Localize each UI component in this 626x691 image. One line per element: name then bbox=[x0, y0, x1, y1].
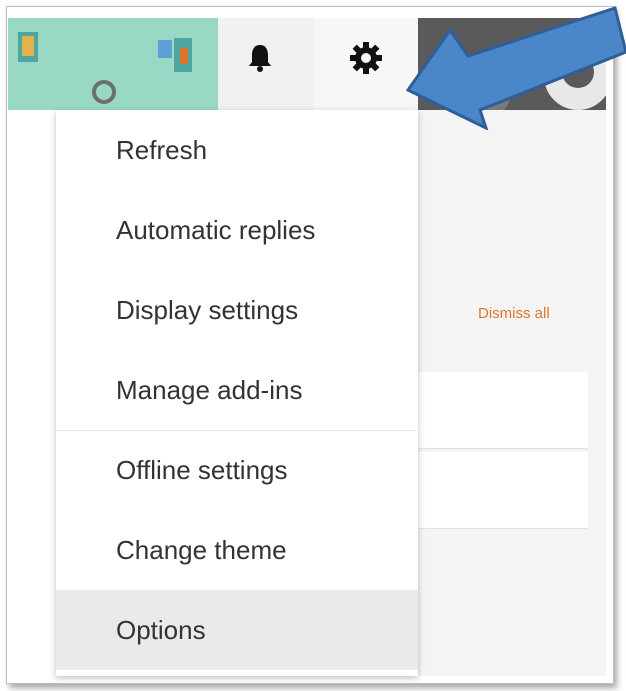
dismiss-all-link[interactable]: Dismiss all bbox=[478, 305, 550, 322]
menu-item-automatic-replies[interactable]: Automatic replies bbox=[56, 190, 418, 270]
settings-menu: Refresh Automatic replies Display settin… bbox=[56, 110, 418, 676]
notification-card[interactable] bbox=[418, 452, 588, 529]
theme-art-icon bbox=[18, 32, 192, 104]
annotation-arrow-icon bbox=[405, 6, 626, 130]
menu-item-offline-settings[interactable]: Offline settings bbox=[56, 430, 418, 510]
menu-item-refresh[interactable]: Refresh bbox=[56, 110, 418, 190]
menu-item-options[interactable]: Options bbox=[56, 590, 418, 670]
bell-icon bbox=[249, 45, 271, 72]
notifications-bell-button[interactable] bbox=[240, 38, 280, 78]
menu-item-display-settings[interactable]: Display settings bbox=[56, 270, 418, 350]
gear-icon bbox=[350, 42, 382, 74]
settings-gear-button[interactable] bbox=[344, 36, 388, 80]
menu-item-change-theme[interactable]: Change theme bbox=[56, 510, 418, 590]
notification-card[interactable] bbox=[418, 372, 588, 449]
menu-item-manage-add-ins[interactable]: Manage add-ins bbox=[56, 350, 418, 430]
